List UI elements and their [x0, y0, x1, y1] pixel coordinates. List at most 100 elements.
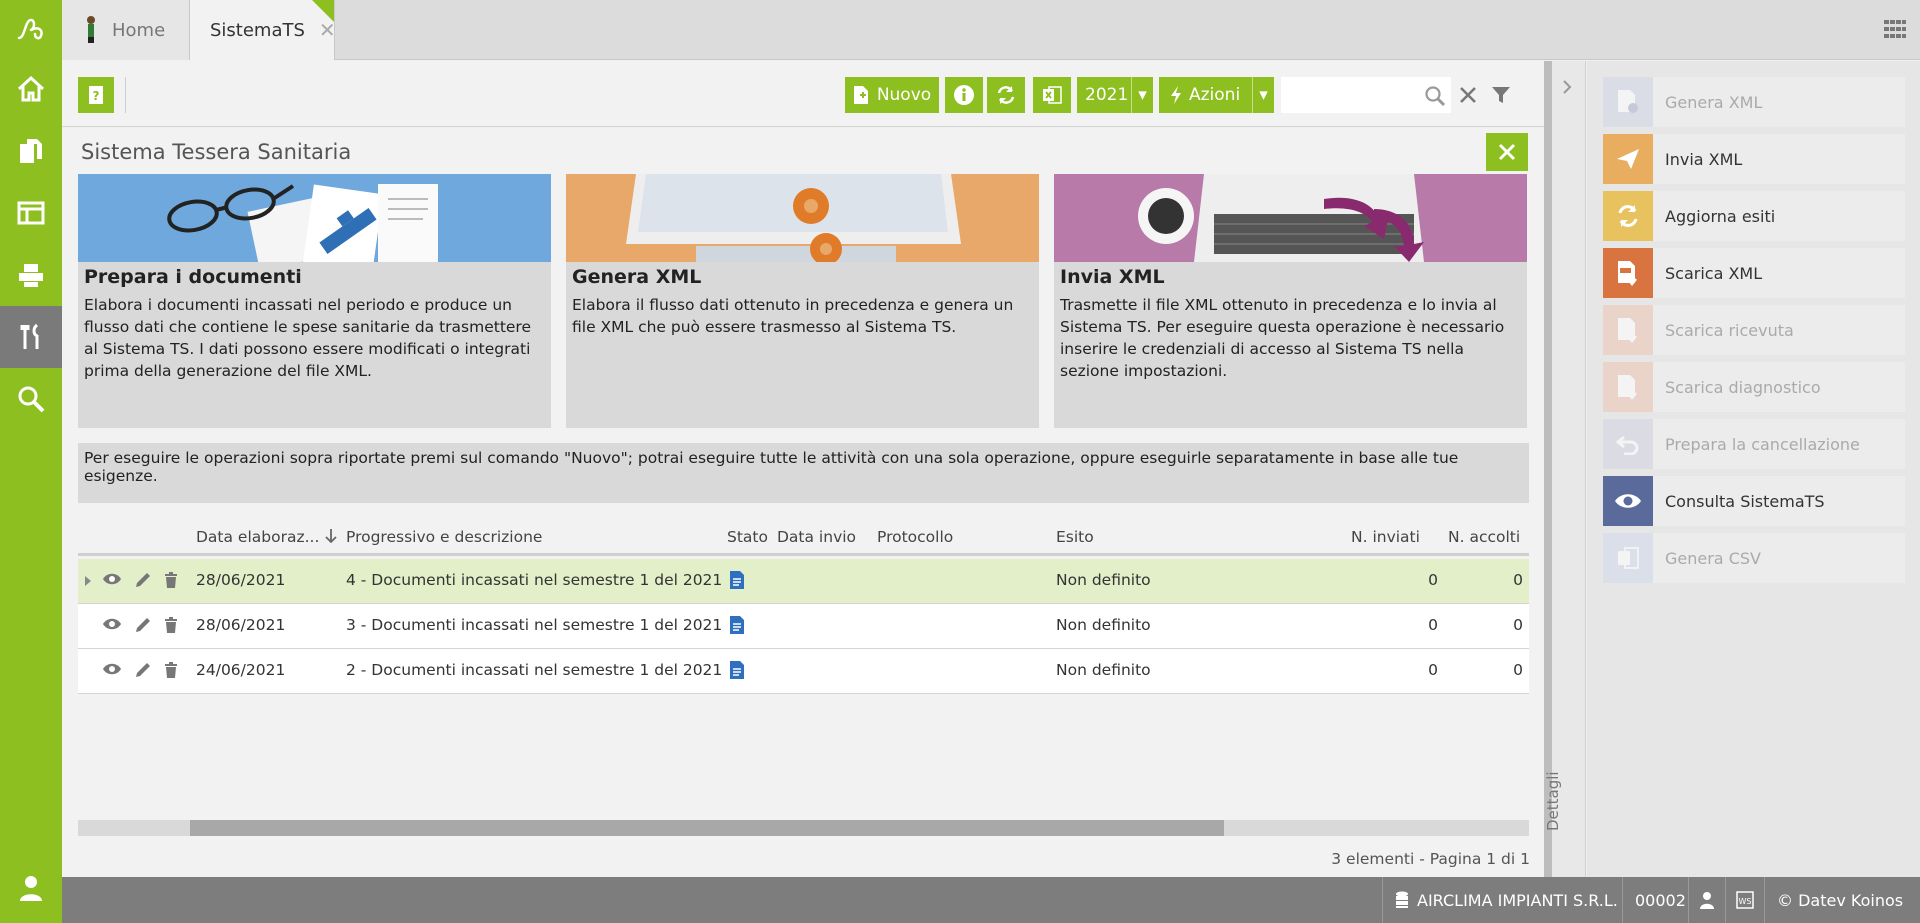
action-label: Invia XML — [1665, 149, 1743, 169]
delete-trash-icon[interactable] — [164, 571, 178, 593]
action-label: Consulta SistemaTS — [1665, 491, 1825, 511]
card-genera-xml: Genera XML Elabora il flusso dati ottenu… — [566, 174, 1039, 428]
home-icon — [17, 75, 45, 102]
action-genera-xml[interactable]: Genera XML — [1603, 77, 1905, 127]
scrollbar-thumb[interactable] — [190, 820, 1224, 836]
action-scarica-ricevuta[interactable]: Scarica ricevuta — [1603, 305, 1905, 355]
view-eye-icon[interactable] — [102, 617, 122, 635]
nav-user[interactable] — [0, 863, 62, 913]
copyright: © Datev Koinos — [1764, 877, 1915, 923]
action-scarica-xml[interactable]: Scarica XML — [1603, 248, 1905, 298]
avatar-icon — [87, 16, 95, 43]
table-row[interactable]: 24/06/2021 2 - Documenti incassati nel s… — [78, 649, 1529, 694]
col-progressivo[interactable]: Progressivo e descrizione — [346, 528, 542, 546]
close-panel-button[interactable] — [1486, 133, 1528, 171]
action-genera-csv[interactable]: Genera CSV — [1603, 533, 1905, 583]
azioni-button[interactable]: Azioni ▾ — [1159, 77, 1274, 113]
info-button[interactable] — [945, 77, 983, 113]
view-eye-icon[interactable] — [102, 662, 122, 680]
info-icon — [954, 85, 974, 105]
help-button[interactable]: ? — [78, 77, 114, 113]
company-selector[interactable]: AIRCLIMA IMPIANTI S.R.L. — [1382, 877, 1630, 923]
action-consulta-sistemats[interactable]: Consulta SistemaTS — [1603, 476, 1905, 526]
col-data-invio[interactable]: Data invio — [777, 528, 856, 546]
clear-search-icon[interactable] — [1459, 86, 1477, 108]
row-n-accolti: 0 — [1513, 661, 1523, 679]
user-status-button[interactable] — [1688, 877, 1725, 923]
card-title: Genera XML — [572, 266, 702, 288]
row-descrizione: 2 - Documenti incassati nel semestre 1 d… — [346, 661, 723, 679]
nuovo-button[interactable]: Nuovo — [845, 77, 939, 113]
tab-sistemats-label: SistemaTS — [210, 19, 305, 41]
col-n-accolti[interactable]: N. accolti — [1448, 528, 1520, 546]
edit-pencil-icon[interactable] — [134, 661, 152, 683]
table-row[interactable]: 28/06/2021 4 - Documenti incassati nel s… — [78, 559, 1529, 604]
year-selector[interactable]: 2021 ▾ — [1077, 77, 1153, 113]
card-title: Prepara i documenti — [84, 266, 302, 288]
action-label: Scarica diagnostico — [1665, 377, 1821, 397]
action-label: Aggiorna esiti — [1665, 206, 1776, 226]
tab-sistemats[interactable]: SistemaTS ✕ — [190, 0, 336, 60]
chevron-down-icon[interactable]: ▾ — [1252, 77, 1274, 113]
tab-home[interactable]: Home — [62, 0, 190, 60]
action-aggiorna-esiti[interactable]: Aggiorna esiti — [1603, 191, 1905, 241]
search-icon[interactable] — [1424, 85, 1446, 111]
refresh-button[interactable] — [987, 77, 1025, 113]
page-title: Sistema Tessera Sanitaria — [81, 140, 352, 164]
row-data: 28/06/2021 — [196, 616, 286, 634]
filter-icon[interactable] — [1491, 86, 1511, 108]
svg-text:?: ? — [93, 89, 100, 103]
col-data-label: Data elaboraz... — [196, 528, 320, 546]
action-prepara-cancellazione[interactable]: Prepara la cancellazione — [1603, 419, 1905, 469]
col-data-elaborazione[interactable]: Data elaboraz... — [196, 528, 338, 546]
nav-home[interactable] — [0, 58, 62, 120]
download-diagnostic-icon — [1603, 362, 1653, 412]
toolbar-separator — [125, 77, 126, 113]
paging-info: 3 elementi - Pagina 1 di 1 — [1331, 850, 1530, 868]
col-n-inviati[interactable]: N. inviati — [1351, 528, 1420, 546]
apps-grid-icon[interactable] — [1884, 20, 1906, 42]
actions-sidebar: Genera XML Invia XML Aggiorna esiti Scar… — [1587, 61, 1920, 877]
excel-export-button[interactable] — [1033, 77, 1071, 113]
edit-pencil-icon[interactable] — [134, 616, 152, 638]
chevron-right-icon[interactable] — [1561, 79, 1573, 99]
card-illustration-gears — [566, 174, 1039, 262]
help-book-icon: ? — [89, 86, 103, 104]
action-scarica-diagnostico[interactable]: Scarica diagnostico — [1603, 362, 1905, 412]
row-descrizione: 3 - Documenti incassati nel semestre 1 d… — [346, 616, 723, 634]
details-toggle-strip[interactable]: Dettagli — [1544, 61, 1586, 877]
ws-status-button[interactable]: WS — [1725, 877, 1764, 923]
nav-documents[interactable] — [0, 120, 62, 182]
expand-row-icon[interactable] — [84, 573, 92, 591]
row-data: 28/06/2021 — [196, 571, 286, 589]
download-xml-icon — [1603, 248, 1653, 298]
logo-icon — [17, 18, 43, 40]
row-data: 24/06/2021 — [196, 661, 286, 679]
panel-splitter[interactable] — [1544, 61, 1552, 877]
action-invia-xml[interactable]: Invia XML — [1603, 134, 1905, 184]
xml-settings-icon — [1603, 77, 1653, 127]
delete-trash-icon[interactable] — [164, 661, 178, 683]
col-stato[interactable]: Stato — [727, 528, 768, 546]
nav-tools[interactable] — [0, 306, 62, 368]
edit-pencil-icon[interactable] — [134, 571, 152, 593]
refresh-icon — [997, 86, 1015, 104]
main-panel: Sistema Tessera Sanitaria Prepara i docu… — [62, 128, 1544, 877]
table-row[interactable]: 28/06/2021 3 - Documenti incassati nel s… — [78, 604, 1529, 649]
document-status-icon — [729, 615, 745, 639]
table-header: Data elaboraz... Progressivo e descrizio… — [78, 520, 1529, 556]
card-description: Elabora il flusso dati ottenuto in prece… — [572, 296, 1014, 336]
copyright-text: © Datev Koinos — [1777, 890, 1904, 910]
lightning-icon — [1171, 86, 1181, 104]
delete-trash-icon[interactable] — [164, 616, 178, 638]
view-eye-icon[interactable] — [102, 572, 122, 590]
chevron-down-icon[interactable]: ▾ — [1131, 77, 1153, 113]
undo-icon — [1603, 419, 1653, 469]
table-icon — [17, 201, 45, 225]
nav-print[interactable] — [0, 244, 62, 306]
horizontal-scrollbar[interactable] — [78, 820, 1529, 836]
col-esito[interactable]: Esito — [1056, 528, 1094, 546]
nav-tables[interactable] — [0, 182, 62, 244]
nav-search[interactable] — [0, 368, 62, 430]
col-protocollo[interactable]: Protocollo — [877, 528, 953, 546]
